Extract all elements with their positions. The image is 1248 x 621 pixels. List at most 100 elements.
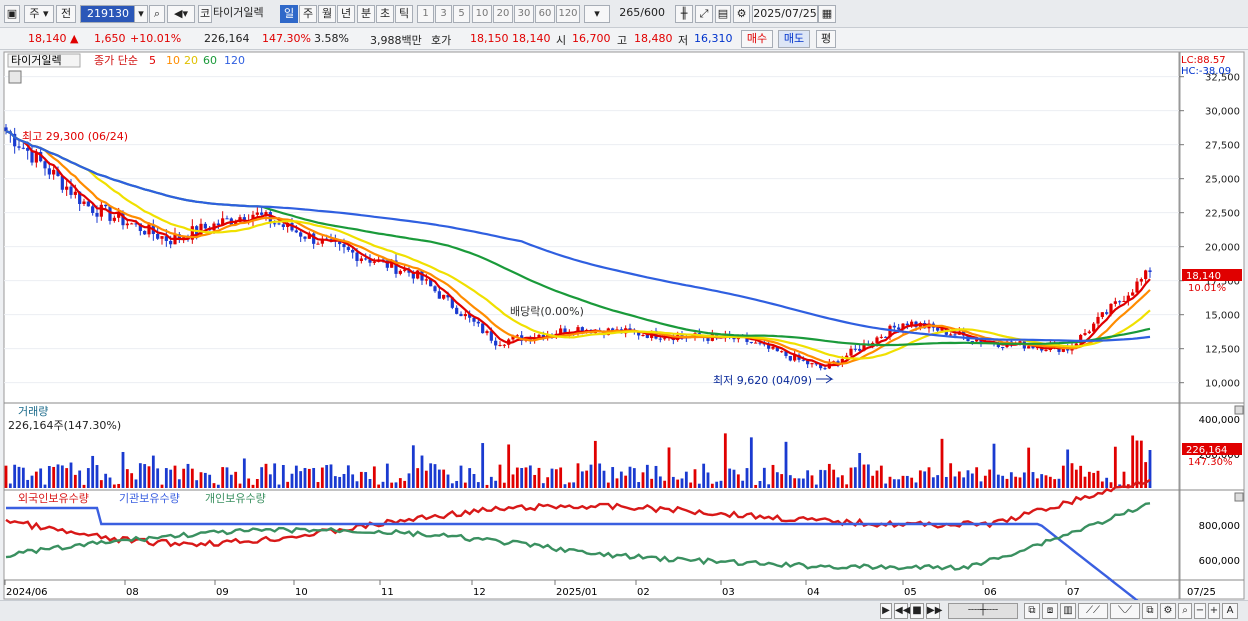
zoom-slider[interactable]: ┄┄┼┄┄	[948, 603, 1018, 619]
volume-bar	[286, 481, 290, 488]
rewind-icon[interactable]: ◀◀	[894, 603, 910, 619]
volume-bar	[21, 467, 25, 488]
volume-bar	[563, 484, 567, 488]
period-year[interactable]: 년	[337, 5, 355, 23]
draw-fib-icon[interactable]: ⟍⟋	[1110, 603, 1140, 619]
layout-a-icon[interactable]: ⧉	[1024, 603, 1040, 619]
candle-body	[1135, 281, 1139, 293]
volume-bar	[459, 465, 463, 488]
volume-bar	[247, 478, 251, 488]
layout-icon[interactable]: ▣	[4, 5, 20, 23]
volume-bar	[589, 464, 593, 488]
candle-icon[interactable]: ╫	[675, 5, 693, 23]
volume-bar	[238, 483, 242, 488]
buy-button[interactable]: 매수	[741, 30, 773, 48]
volume-bar	[169, 469, 173, 488]
x-tick-label: 04	[807, 587, 820, 598]
layout-c-icon[interactable]: ▥	[1060, 603, 1076, 619]
x-tick-label: 2025/01	[556, 587, 598, 598]
candle-body	[455, 307, 459, 314]
volume-bar	[970, 473, 974, 488]
save-icon[interactable]: ▤	[715, 5, 731, 23]
volume-bar	[689, 482, 693, 488]
fast-forward-icon[interactable]: ▶▶	[926, 603, 942, 619]
volume-bar	[125, 469, 129, 488]
volume-bar	[437, 469, 441, 488]
volume-bar	[190, 468, 194, 488]
period-tick[interactable]: 틱	[395, 5, 413, 23]
draw-icon[interactable]: ⤢	[695, 5, 713, 23]
volume-bar	[702, 463, 706, 488]
volume-bar	[199, 472, 203, 488]
price-type-button[interactable]: 전	[56, 5, 76, 23]
zoom-in-icon[interactable]: +	[1208, 603, 1220, 619]
table-icon[interactable]	[8, 70, 22, 84]
interval-10[interactable]: 10	[472, 5, 492, 23]
change-pct: +10.01%	[130, 32, 182, 45]
interval-120[interactable]: 120	[556, 5, 580, 23]
interval-3[interactable]: 3	[435, 5, 452, 23]
interval-select[interactable]: ▾	[584, 5, 610, 23]
interval-1[interactable]: 1	[417, 5, 434, 23]
copy-icon[interactable]: ⧉	[1142, 603, 1158, 619]
candle-body	[1083, 333, 1087, 335]
volume-bar	[138, 463, 142, 488]
candle-body	[225, 218, 229, 220]
volume-bar	[234, 471, 238, 488]
candle-body	[1144, 270, 1148, 280]
period-week[interactable]: 주	[299, 5, 317, 23]
candle-body	[299, 232, 303, 237]
volume-bar	[151, 455, 155, 488]
volume-bar	[342, 473, 346, 488]
period-month[interactable]: 월	[318, 5, 336, 23]
volume-bar	[871, 475, 875, 488]
hoga-label: 호가	[431, 34, 452, 47]
interval-20[interactable]: 20	[493, 5, 513, 23]
volume-bar	[923, 471, 927, 488]
period-second[interactable]: 초	[376, 5, 394, 23]
sell-button[interactable]: 매도	[778, 30, 810, 48]
draw-line-icon[interactable]: ⟋⟋	[1078, 603, 1108, 619]
volume-bar	[242, 458, 246, 488]
candle-body	[260, 212, 264, 215]
stock-code-input[interactable]: 219130	[80, 5, 136, 23]
speaker-icon[interactable]: ◀▾	[167, 5, 195, 23]
layout-b-icon[interactable]: ⧈	[1042, 603, 1058, 619]
candle-body	[398, 270, 402, 274]
search-icon[interactable]: ⌕	[1178, 603, 1192, 619]
volume-bar	[667, 447, 671, 488]
chevron-down-icon[interactable]: ▾	[134, 5, 148, 23]
interval-30[interactable]: 30	[514, 5, 534, 23]
bar-count[interactable]: 265/600	[613, 5, 669, 23]
interval-60[interactable]: 60	[535, 5, 555, 23]
chart-area[interactable]: 32,50030,00027,50025,00022,50020,00017,5…	[0, 50, 1248, 600]
candle-body	[892, 325, 896, 328]
pane-close-icon[interactable]	[1234, 492, 1244, 502]
volume-bar	[606, 482, 610, 488]
legend-individual: 개인보유수량	[205, 492, 266, 505]
scroll-right-icon[interactable]: ▶	[880, 603, 892, 619]
avg-button[interactable]: 평	[816, 30, 836, 48]
search-icon[interactable]: ⌕	[149, 5, 165, 23]
font-size-icon[interactable]: A	[1222, 603, 1238, 619]
date-input[interactable]: 2025/07/25	[752, 5, 818, 23]
period-minute[interactable]: 분	[357, 5, 375, 23]
gear-icon[interactable]: ⚙	[733, 5, 750, 23]
volume-bar	[944, 476, 948, 488]
candle-body	[849, 348, 853, 356]
candle-body	[1100, 312, 1104, 317]
candle-body	[788, 355, 792, 361]
x-tick-label: 05	[904, 587, 917, 598]
pane-close-icon[interactable]	[1234, 405, 1244, 415]
period-day[interactable]: 일	[280, 5, 298, 23]
market-select[interactable]: 주 ▾	[24, 5, 54, 23]
candle-body	[502, 344, 506, 346]
volume-bar	[567, 482, 571, 488]
volume-bar	[117, 483, 121, 488]
interval-5[interactable]: 5	[453, 5, 470, 23]
gear-icon[interactable]: ⚙	[1160, 603, 1176, 619]
stop-icon[interactable]: ■	[910, 603, 924, 619]
calendar-icon[interactable]: ▦	[818, 5, 836, 23]
volume-bar	[112, 484, 116, 488]
zoom-out-icon[interactable]: −	[1194, 603, 1206, 619]
